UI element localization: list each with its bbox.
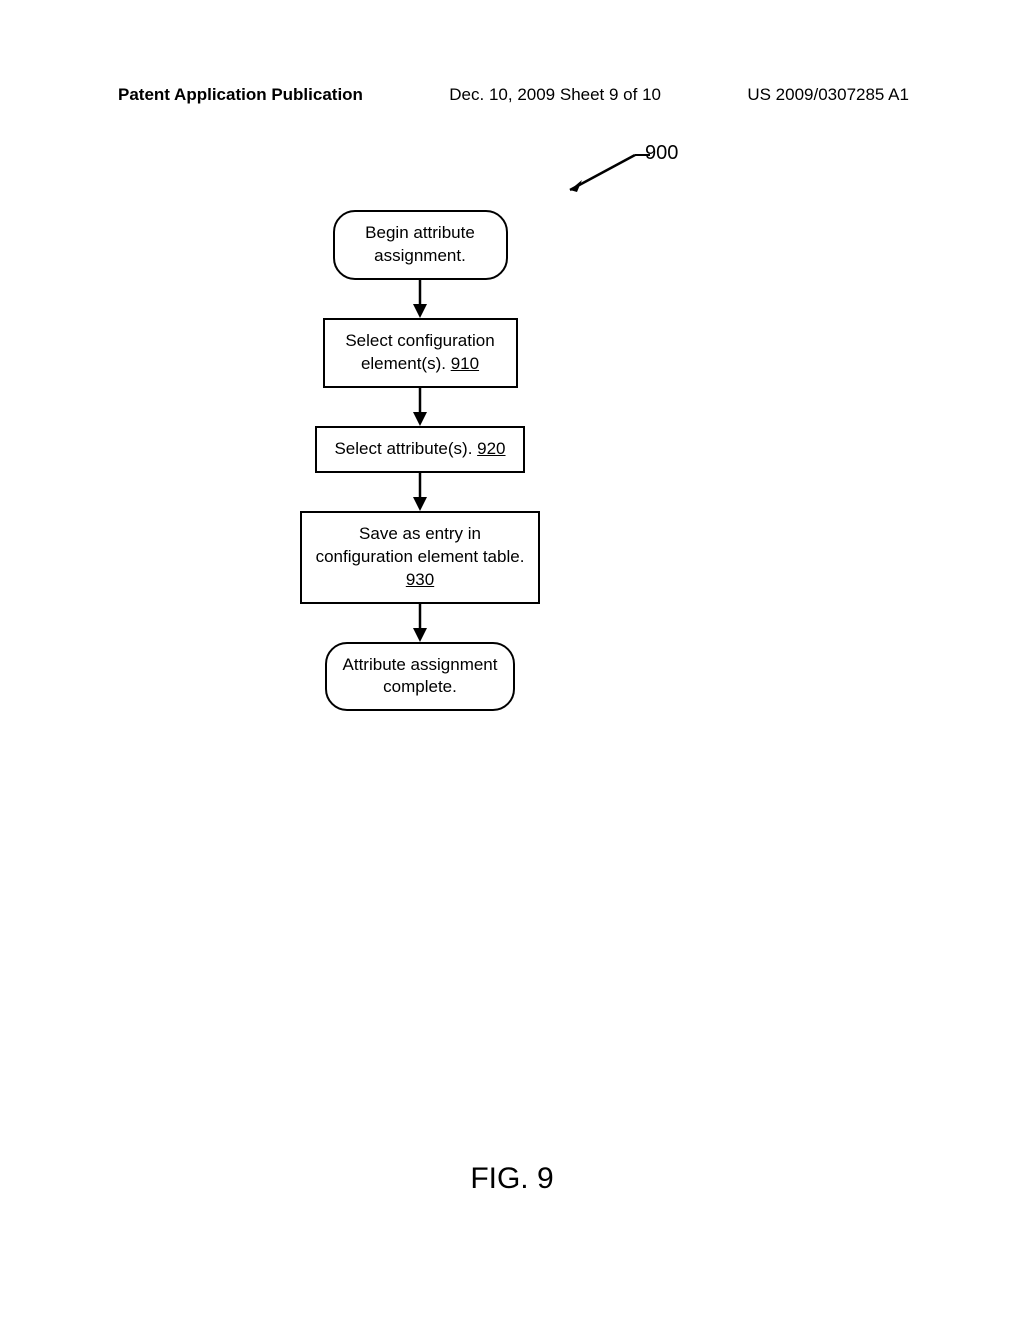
flowchart-step-930: Save as entry in configuration element t… (300, 511, 540, 604)
step3-line1: Save as entry in (359, 524, 481, 543)
flowchart-step-910: Select configuration element(s). 910 (323, 318, 518, 388)
header-left: Patent Application Publication (118, 85, 363, 105)
arrow-4 (300, 604, 540, 642)
flowchart-start: Begin attribute assignment. (333, 210, 508, 280)
header-center: Dec. 10, 2009 Sheet 9 of 10 (449, 85, 661, 105)
step3-ref: 930 (406, 570, 434, 589)
start-text: Begin attribute assignment. (365, 223, 475, 265)
page-header: Patent Application Publication Dec. 10, … (118, 85, 909, 105)
diagram-number: 900 (645, 142, 678, 165)
header-right: US 2009/0307285 A1 (747, 85, 909, 105)
arrow-2 (300, 388, 540, 426)
arrow-1 (300, 280, 540, 318)
flowchart-step-920: Select attribute(s). 920 (315, 426, 525, 473)
step3-line2: configuration element table. (316, 547, 525, 566)
flowchart: Begin attribute assignment. Select confi… (300, 210, 540, 711)
figure-label: FIG. 9 (0, 1162, 1024, 1196)
step1-ref: 910 (451, 354, 479, 373)
leader-line (560, 150, 650, 200)
step2-text: Select attribute(s). (334, 439, 477, 458)
step2-ref: 920 (477, 439, 505, 458)
end-text: Attribute assignment complete. (343, 655, 498, 697)
arrow-3 (300, 473, 540, 511)
flowchart-end: Attribute assignment complete. (325, 642, 515, 712)
